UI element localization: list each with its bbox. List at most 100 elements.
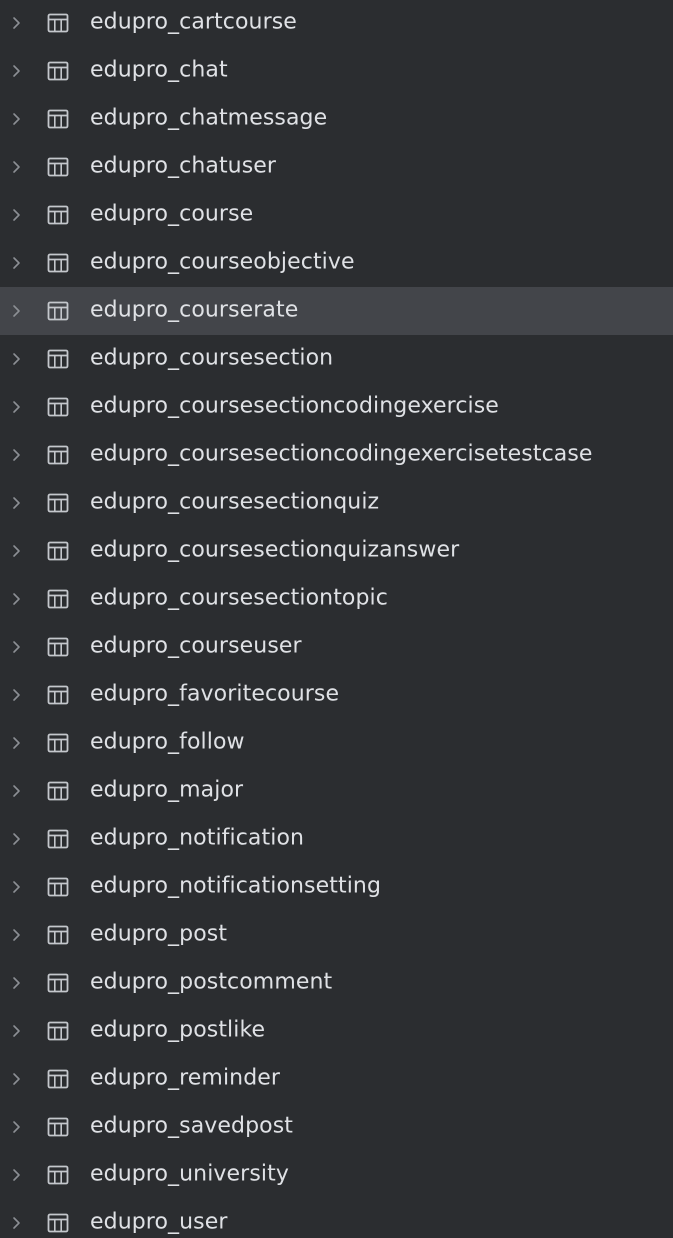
table-icon: [47, 925, 69, 945]
table-icon: [47, 781, 69, 801]
table-name-label: edupro_coursesectionquizanswer: [90, 537, 460, 563]
table-icon: [47, 1021, 69, 1041]
tree-row-edupro_savedpost[interactable]: edupro_savedpost: [0, 1103, 673, 1151]
tree-row-edupro_coursesectionquizanswer[interactable]: edupro_coursesectionquizanswer: [0, 527, 673, 575]
chevron-right-icon[interactable]: [12, 64, 21, 78]
table-name-label: edupro_coursesectioncodingexercise: [90, 393, 499, 419]
chevron-right-icon[interactable]: [12, 352, 21, 366]
table-name-label: edupro_post: [90, 921, 228, 947]
chevron-right-icon[interactable]: [12, 736, 21, 750]
tree-row-edupro_postcomment[interactable]: edupro_postcomment: [0, 959, 673, 1007]
tree-row-edupro_chat[interactable]: edupro_chat: [0, 47, 673, 95]
chevron-right-icon[interactable]: [12, 16, 21, 30]
tree-row-edupro_university[interactable]: edupro_university: [0, 1151, 673, 1199]
tree-row-edupro_notificationsetting[interactable]: edupro_notificationsetting: [0, 863, 673, 911]
tree-row-edupro_coursesectioncodingexercise[interactable]: edupro_coursesectioncodingexercise: [0, 383, 673, 431]
table-name-label: edupro_reminder: [90, 1065, 281, 1091]
table-icon: [47, 1165, 69, 1185]
chevron-right-icon[interactable]: [12, 1072, 21, 1086]
tree-row-edupro_major[interactable]: edupro_major: [0, 767, 673, 815]
chevron-right-icon[interactable]: [12, 1024, 21, 1038]
table-name-label: edupro_coursesection: [90, 345, 334, 371]
tree-row-edupro_coursesectiontopic[interactable]: edupro_coursesectiontopic: [0, 575, 673, 623]
table-name-label: edupro_chat: [90, 57, 228, 83]
chevron-right-icon[interactable]: [12, 832, 21, 846]
chevron-right-icon[interactable]: [12, 1168, 21, 1182]
table-icon: [47, 685, 69, 705]
chevron-right-icon[interactable]: [12, 784, 21, 798]
chevron-right-icon[interactable]: [12, 448, 21, 462]
tree-row-edupro_user[interactable]: edupro_user: [0, 1199, 673, 1238]
table-icon: [47, 205, 69, 225]
tree-row-edupro_coursesectionquiz[interactable]: edupro_coursesectionquiz: [0, 479, 673, 527]
chevron-right-icon[interactable]: [12, 880, 21, 894]
table-icon: [47, 733, 69, 753]
chevron-right-icon[interactable]: [12, 1120, 21, 1134]
chevron-right-icon[interactable]: [12, 976, 21, 990]
table-icon: [47, 253, 69, 273]
tree-row-edupro_coursesection[interactable]: edupro_coursesection: [0, 335, 673, 383]
tree-row-edupro_notification[interactable]: edupro_notification: [0, 815, 673, 863]
chevron-right-icon[interactable]: [12, 208, 21, 222]
table-icon: [47, 1117, 69, 1137]
table-name-label: edupro_major: [90, 777, 244, 803]
tree-row-edupro_reminder[interactable]: edupro_reminder: [0, 1055, 673, 1103]
table-icon: [47, 1069, 69, 1089]
chevron-right-icon[interactable]: [12, 688, 21, 702]
table-icon: [47, 445, 69, 465]
chevron-right-icon[interactable]: [12, 544, 21, 558]
table-icon: [47, 637, 69, 657]
table-icon: [47, 541, 69, 561]
table-name-label: edupro_coursesectioncodingexercisetestca…: [90, 441, 593, 467]
chevron-right-icon[interactable]: [12, 928, 21, 942]
table-icon: [47, 397, 69, 417]
table-icon: [47, 13, 69, 33]
table-name-label: edupro_coursesectionquiz: [90, 489, 380, 515]
table-icon: [47, 109, 69, 129]
table-name-label: edupro_university: [90, 1161, 289, 1187]
table-name-label: edupro_follow: [90, 729, 245, 755]
table-name-label: edupro_course: [90, 201, 254, 227]
table-name-label: edupro_chatmessage: [90, 105, 328, 131]
chevron-right-icon[interactable]: [12, 112, 21, 126]
chevron-right-icon[interactable]: [12, 160, 21, 174]
chevron-right-icon[interactable]: [12, 256, 21, 270]
table-name-label: edupro_postcomment: [90, 969, 333, 995]
tree-row-edupro_cartcourse[interactable]: edupro_cartcourse: [0, 0, 673, 47]
table-icon: [47, 829, 69, 849]
table-name-label: edupro_user: [90, 1209, 228, 1235]
tree-row-edupro_post[interactable]: edupro_post: [0, 911, 673, 959]
chevron-right-icon[interactable]: [12, 640, 21, 654]
table-name-label: edupro_postlike: [90, 1017, 266, 1043]
tree-row-edupro_postlike[interactable]: edupro_postlike: [0, 1007, 673, 1055]
chevron-right-icon[interactable]: [12, 496, 21, 510]
table-name-label: edupro_notificationsetting: [90, 873, 382, 899]
chevron-right-icon[interactable]: [12, 400, 21, 414]
tree-row-edupro_chatmessage[interactable]: edupro_chatmessage: [0, 95, 673, 143]
tree-row-edupro_courseuser[interactable]: edupro_courseuser: [0, 623, 673, 671]
tree-row-edupro_courseobjective[interactable]: edupro_courseobjective: [0, 239, 673, 287]
table-icon: [47, 589, 69, 609]
table-icon: [47, 301, 69, 321]
table-icon: [47, 493, 69, 513]
tree-row-edupro_coursesectioncodingexercisetestcase[interactable]: edupro_coursesectioncodingexercisetestca…: [0, 431, 673, 479]
table-name-label: edupro_cartcourse: [90, 9, 297, 35]
table-name-label: edupro_coursesectiontopic: [90, 585, 388, 611]
table-name-label: edupro_favoritecourse: [90, 681, 340, 707]
table-icon: [47, 973, 69, 993]
tree-row-edupro_favoritecourse[interactable]: edupro_favoritecourse: [0, 671, 673, 719]
chevron-right-icon[interactable]: [12, 304, 21, 318]
table-icon: [47, 1213, 69, 1233]
tree-row-edupro_follow[interactable]: edupro_follow: [0, 719, 673, 767]
chevron-right-icon[interactable]: [12, 592, 21, 606]
tree-row-edupro_courserate[interactable]: edupro_courserate: [0, 287, 673, 335]
tree-row-edupro_course[interactable]: edupro_course: [0, 191, 673, 239]
table-name-label: edupro_courserate: [90, 297, 299, 323]
table-name-label: edupro_courseuser: [90, 633, 302, 659]
database-table-tree: edupro_cartcourse edupro_chat edupro_cha…: [0, 0, 673, 1237]
table-name-label: edupro_courseobjective: [90, 249, 355, 275]
chevron-right-icon[interactable]: [12, 1216, 21, 1230]
table-name-label: edupro_chatuser: [90, 153, 277, 179]
tree-row-edupro_chatuser[interactable]: edupro_chatuser: [0, 143, 673, 191]
table-name-label: edupro_savedpost: [90, 1113, 294, 1139]
